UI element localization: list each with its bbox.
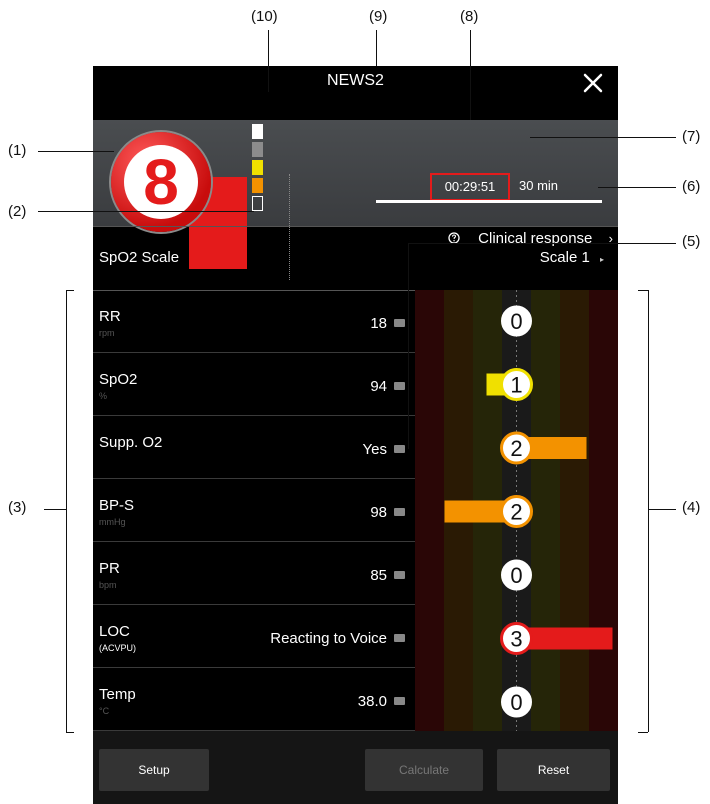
keyboard-icon xyxy=(394,445,405,453)
keyboard-icon xyxy=(394,571,405,579)
keyboard-icon xyxy=(394,319,405,327)
close-icon[interactable] xyxy=(582,72,604,94)
reset-button[interactable]: Reset xyxy=(497,749,610,791)
keyboard-icon xyxy=(394,634,405,642)
level-square xyxy=(252,160,263,175)
param-row-rr[interactable]: RR rpm 18 xyxy=(93,290,415,353)
top-bar: NEWS2 xyxy=(93,66,618,120)
param-row-pr[interactable]: PR bpm 85 xyxy=(93,542,415,605)
level-square xyxy=(252,124,263,139)
news2-panel: NEWS2 8 00:29:51 30 min Clinical respons… xyxy=(93,66,618,804)
callout-2: (2) xyxy=(8,203,27,220)
callout-6: (6) xyxy=(682,178,701,195)
score-chart: 0 1 2 2 0 3 0 xyxy=(415,290,618,731)
page-title: NEWS2 xyxy=(327,72,384,89)
spo2-scale-label: SpO2 Scale xyxy=(99,249,180,266)
param-row-temp[interactable]: Temp °C 38.0 xyxy=(93,668,415,731)
parameter-list: RR rpm 18 SpO2 % 94 Supp. O2 Yes BP-S mm… xyxy=(93,290,415,731)
score-badge-value: 0 xyxy=(510,563,522,588)
setup-button[interactable]: Setup xyxy=(99,749,209,791)
score-badge-value: 2 xyxy=(510,436,522,461)
calculate-button[interactable]: Calculate xyxy=(365,749,483,791)
callout-5: (5) xyxy=(682,233,701,250)
callout-4: (4) xyxy=(682,499,701,516)
score-badge-value: 0 xyxy=(510,309,522,334)
score-badge-value: 3 xyxy=(510,627,522,652)
score-badge-value: 1 xyxy=(510,373,522,398)
callout-7: (7) xyxy=(682,128,701,145)
total-score: 8 xyxy=(143,146,179,218)
param-row-supp-o2[interactable]: Supp. O2 Yes xyxy=(93,416,415,479)
countdown-timer: 00:29:51 xyxy=(430,173,510,201)
param-row-bp-s[interactable]: BP-S mmHg 98 xyxy=(93,479,415,542)
keyboard-icon xyxy=(394,382,405,390)
callout-10: (10) xyxy=(251,8,278,25)
score-badge-value: 2 xyxy=(510,500,522,525)
bottom-toolbar: Setup Calculate Reset xyxy=(93,731,618,804)
callout-9: (9) xyxy=(369,8,388,25)
level-square xyxy=(252,178,263,193)
total-score-badge: 8 xyxy=(111,132,211,232)
level-square xyxy=(252,196,263,211)
spo2-scale-select[interactable]: Scale 1 ▸ xyxy=(540,249,604,266)
keyboard-icon xyxy=(394,508,405,516)
keyboard-icon xyxy=(394,697,405,705)
interval-progress-bar xyxy=(376,200,602,203)
dropdown-arrow-icon: ▸ xyxy=(599,255,604,264)
score-badge-value: 0 xyxy=(510,690,522,715)
callout-1: (1) xyxy=(8,142,27,159)
level-square xyxy=(252,142,263,157)
callout-8: (8) xyxy=(460,8,479,25)
param-row-loc[interactable]: LOC (ACVPU) Reacting to Voice xyxy=(93,605,415,668)
callout-3: (3) xyxy=(8,499,27,516)
param-row-spo2[interactable]: SpO2 % 94 xyxy=(93,353,415,416)
measure-interval[interactable]: 30 min xyxy=(519,178,558,193)
spo2-scale-row: SpO2 Scale Scale 1 ▸ xyxy=(93,226,618,291)
